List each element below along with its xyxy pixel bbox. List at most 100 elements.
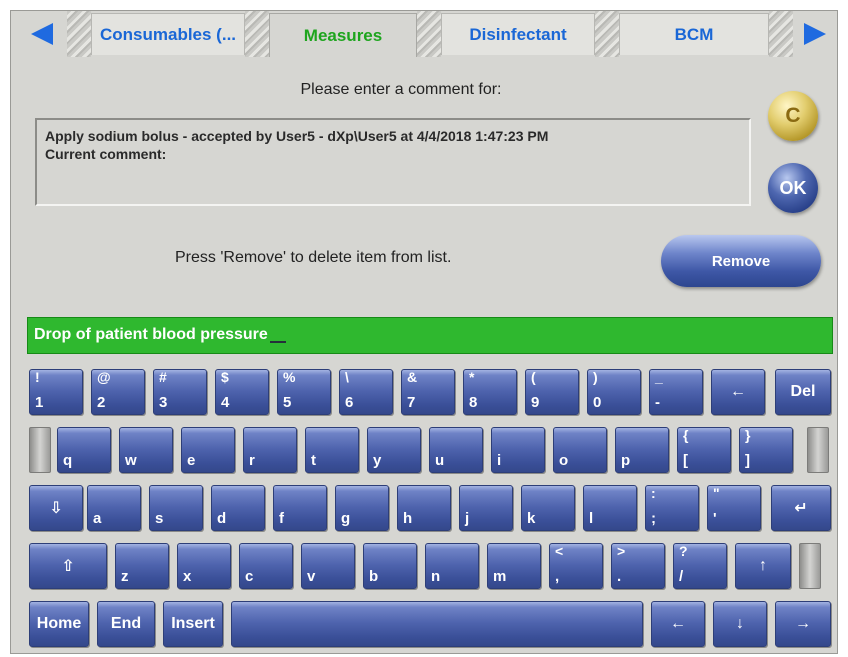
end-key-label: End xyxy=(110,615,142,632)
key-u[interactable]: u xyxy=(429,427,483,473)
enter-key-label: ↵ xyxy=(794,500,808,517)
caps-lock-key[interactable]: ⇩ xyxy=(29,485,83,531)
key-o[interactable]: o xyxy=(553,427,607,473)
key-h[interactable]: h xyxy=(397,485,451,531)
ok-button-label: OK xyxy=(779,177,807,198)
tab-bar: Consumables (... Measures Disinfectant B… xyxy=(11,11,837,57)
key-l[interactable]: l xyxy=(583,485,637,531)
key-e[interactable]: e xyxy=(181,427,235,473)
key-m[interactable]: m xyxy=(487,543,541,589)
key-shift-label: \ xyxy=(345,369,349,385)
key-shift-label: : xyxy=(651,485,656,501)
key-q[interactable]: q xyxy=(57,427,111,473)
key-label: u xyxy=(435,452,445,469)
key-9[interactable]: (9 xyxy=(525,369,579,415)
key-[[interactable]: {[ xyxy=(677,427,731,473)
key-n[interactable]: n xyxy=(425,543,479,589)
end-key[interactable]: End xyxy=(97,601,155,647)
backspace-key[interactable]: ← xyxy=(711,369,765,415)
key-][interactable]: }] xyxy=(739,427,793,473)
key-shift-label: ) xyxy=(593,369,598,385)
key-8[interactable]: * 8 xyxy=(463,369,517,415)
remove-button[interactable]: Remove xyxy=(661,235,821,287)
arrow-down-key[interactable]: ↓ xyxy=(713,601,767,647)
key-b[interactable]: b xyxy=(363,543,417,589)
ok-button[interactable]: OK xyxy=(768,163,818,213)
key-y[interactable]: y xyxy=(367,427,421,473)
key-label: 0 xyxy=(593,394,602,411)
key-shift-label: ? xyxy=(679,543,688,559)
tab-scroll-left-icon[interactable] xyxy=(17,15,67,53)
key-label: x xyxy=(183,568,192,585)
tab-bcm[interactable]: BCM xyxy=(619,13,769,55)
key-shift-label: % xyxy=(283,369,296,385)
arrow-right-key[interactable]: → xyxy=(775,601,831,647)
space-key[interactable] xyxy=(231,601,643,647)
tab-measures[interactable]: Measures xyxy=(269,13,417,57)
key-label: f xyxy=(279,510,284,527)
clear-button[interactable]: C xyxy=(768,91,818,141)
key-0[interactable]: ) 0 xyxy=(587,369,641,415)
key-'[interactable]: " ' xyxy=(707,485,761,531)
key-label: ; xyxy=(651,510,656,527)
key--[interactable]: _ - xyxy=(649,369,703,415)
key-label: a xyxy=(93,510,102,527)
key-a[interactable]: a xyxy=(87,485,141,531)
insert-key-label: Insert xyxy=(171,615,215,632)
key-j[interactable]: j xyxy=(459,485,513,531)
delete-key-label: Del xyxy=(790,383,816,400)
home-key[interactable]: Home xyxy=(29,601,89,647)
key-g[interactable]: g xyxy=(335,485,389,531)
tab-label: Disinfectant xyxy=(469,24,567,44)
tab-scroll-right-icon[interactable] xyxy=(793,15,837,53)
key-label: 8 xyxy=(469,394,478,411)
key-7[interactable]: & 7 xyxy=(401,369,455,415)
key-label: 5 xyxy=(283,394,292,411)
key-p[interactable]: p xyxy=(615,427,669,473)
caps-lock-key-label: ⇩ xyxy=(49,500,63,517)
key-shift-label: { xyxy=(683,427,689,443)
key-t[interactable]: t xyxy=(305,427,359,473)
key-label: . xyxy=(617,568,622,585)
enter-key[interactable]: ↵ xyxy=(771,485,831,531)
key-2[interactable]: @2 xyxy=(91,369,145,415)
key-k[interactable]: k xyxy=(521,485,575,531)
arrow-up-key-label: ↑ xyxy=(759,557,767,574)
shift-key[interactable]: ⇧ xyxy=(29,543,107,589)
key-.[interactable]: >. xyxy=(611,543,665,589)
key-5[interactable]: % 5 xyxy=(277,369,331,415)
key-4[interactable]: $4 xyxy=(215,369,269,415)
arrow-up-key[interactable]: ↑ xyxy=(735,543,791,589)
key-3[interactable]: #3 xyxy=(153,369,207,415)
key-f[interactable]: f xyxy=(273,485,327,531)
tab-separator xyxy=(245,11,269,57)
key-d[interactable]: d xyxy=(211,485,265,531)
key-z[interactable]: z xyxy=(115,543,169,589)
key-s[interactable]: s xyxy=(149,485,203,531)
insert-key[interactable]: Insert xyxy=(163,601,223,647)
shift-key-label: ⇧ xyxy=(61,558,75,575)
arrow-left-key[interactable]: ← xyxy=(651,601,705,647)
key-r[interactable]: r xyxy=(243,427,297,473)
key-/[interactable]: ? / xyxy=(673,543,727,589)
tab-consumables[interactable]: Consumables (... xyxy=(91,13,245,55)
current-comment-label: Current comment: xyxy=(45,146,167,162)
key-v[interactable]: v xyxy=(301,543,355,589)
key-w[interactable]: w xyxy=(119,427,173,473)
key-;[interactable]: :; xyxy=(645,485,699,531)
key-x[interactable]: x xyxy=(177,543,231,589)
key-,[interactable]: <, xyxy=(549,543,603,589)
key-label: s xyxy=(155,510,164,527)
tab-disinfectant[interactable]: Disinfectant xyxy=(441,13,595,55)
key-6[interactable]: \ 6 xyxy=(339,369,393,415)
key-label: d xyxy=(217,510,227,527)
key-i[interactable]: i xyxy=(491,427,545,473)
key-label: h xyxy=(403,510,413,527)
comment-input-value: Drop of patient blood pressure xyxy=(34,326,268,343)
delete-key[interactable]: Del xyxy=(775,369,831,415)
comment-input[interactable]: Drop of patient blood pressure xyxy=(27,317,833,354)
key-c[interactable]: c xyxy=(239,543,293,589)
key-1[interactable]: ! 1 xyxy=(29,369,83,415)
key-shift-label: $ xyxy=(221,369,229,385)
keyboard-right-strip-lower xyxy=(799,543,821,589)
